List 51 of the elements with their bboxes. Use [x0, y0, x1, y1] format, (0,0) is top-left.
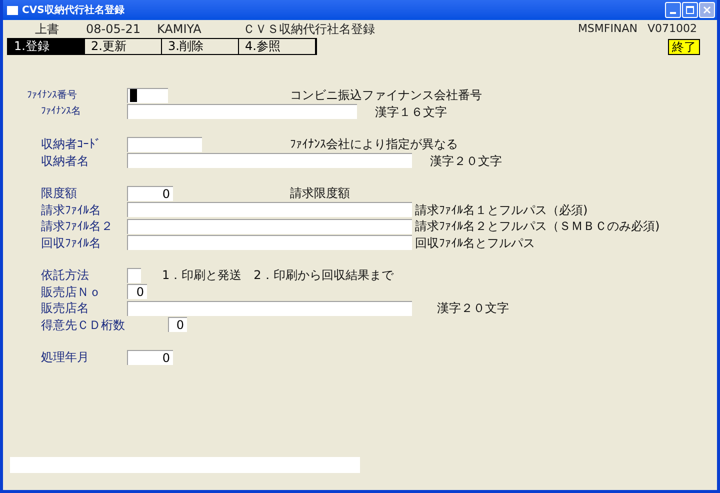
field-hint: 1．印刷と発送 2．印刷から回収結果まで — [162, 267, 394, 284]
version-label: V071002 — [647, 20, 697, 37]
input-field[interactable] — [127, 136, 202, 152]
field-label: 依託方法 — [40, 267, 90, 284]
cursor-icon — [130, 89, 137, 102]
field-label: ﾌｧｲﾅﾝｽ番号 — [26, 88, 78, 103]
input-field[interactable] — [127, 202, 412, 218]
close-icon — [703, 6, 711, 14]
mode-label: 上書 — [35, 21, 60, 38]
input-field[interactable] — [127, 300, 412, 316]
tab[interactable]: 1.登録 — [8, 39, 85, 54]
maximize-button[interactable] — [682, 2, 698, 18]
field-label: 販売店名 — [40, 300, 90, 318]
field-label: 請求ﾌｧｲﾙ名２ — [40, 218, 114, 236]
date-label: 08-05-21 — [86, 21, 142, 38]
field-hint: 請求限度額 — [290, 185, 350, 202]
field-label: 販売店Ｎｏ — [40, 284, 102, 301]
user-label: KAMIYA — [157, 21, 202, 38]
input-field[interactable]: 0 — [127, 284, 147, 300]
field-label: 収納者ｺｰﾄﾞ — [40, 136, 102, 154]
exit-button[interactable]: 終了 — [668, 38, 700, 54]
input-field[interactable] — [127, 235, 412, 250]
app-icon — [7, 6, 18, 14]
field-label: 処理年月 — [40, 349, 90, 366]
input-field[interactable] — [127, 153, 412, 168]
program-id: MSMFINAN — [578, 20, 638, 37]
field-label: 限度額 — [40, 185, 78, 202]
field-hint: コンビニ振込ファイナンス会社番号 — [290, 87, 482, 104]
field-label: 回収ﾌｧｲﾙ名 — [40, 234, 102, 252]
input-field[interactable]: 0 — [168, 317, 187, 332]
screen-title: ＣＶＳ収納代行社名登録 — [243, 21, 375, 38]
window-title: CVS収納代行社名登録 — [22, 4, 124, 18]
input-field[interactable] — [127, 218, 412, 234]
field-hint: 漢字２０文字 — [437, 300, 509, 318]
field-label: 請求ﾌｧｲﾙ名 — [40, 202, 102, 219]
field-label: ﾌｧｲﾅﾝｽ名 — [40, 105, 82, 120]
input-field[interactable]: 0 — [127, 186, 173, 201]
field-label: 得意先ＣＤ桁数 — [40, 316, 126, 334]
field-hint: ﾌｧｲﾅﾝｽ会社により指定が異なる — [290, 136, 458, 154]
field-hint: 漢字１６文字 — [375, 104, 447, 121]
input-field[interactable] — [127, 104, 357, 120]
close-button[interactable] — [699, 2, 715, 18]
field-hint: 回収ﾌｧｲﾙ名とフルパス — [415, 234, 535, 252]
input-field[interactable]: 0 — [127, 350, 173, 365]
minimize-button[interactable] — [665, 2, 681, 18]
input-field[interactable] — [127, 88, 168, 103]
input-field[interactable] — [127, 268, 141, 283]
field-label: 収納者名 — [40, 152, 90, 170]
field-hint: 請求ﾌｧｲﾙ名２とフルパス（ＳＭＢＣのみ必須) — [415, 218, 660, 236]
field-hint: 漢字２０文字 — [430, 152, 502, 170]
field-hint: 請求ﾌｧｲﾙ名１とフルパス（必須) — [415, 202, 588, 219]
